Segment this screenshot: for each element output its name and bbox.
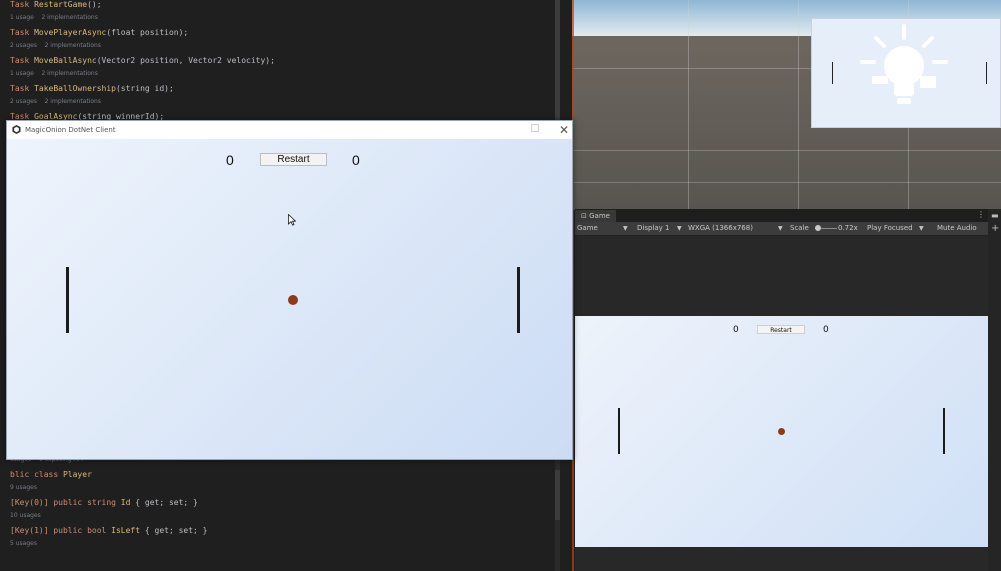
code-line[interactable]: Task MovePlayerAsync(float position); xyxy=(10,28,188,37)
view-dropdown[interactable]: Game xyxy=(577,222,598,235)
chevron-down-icon: ▼ xyxy=(778,225,783,232)
scale-slider-handle[interactable] xyxy=(815,225,821,231)
code-text: { get; set; } xyxy=(130,498,198,507)
code-keyword: Task xyxy=(10,28,35,37)
usage-hint[interactable]: 1 usage 2 implementations xyxy=(10,70,98,77)
code-keyword: blic class xyxy=(10,470,63,479)
code-keyword: [Key(0)] public string xyxy=(10,498,121,507)
app-icon xyxy=(12,125,21,134)
chevron-down-icon: ▼ xyxy=(623,225,628,232)
code-identifier[interactable]: TakeBallOwnership xyxy=(34,84,116,93)
add-icon[interactable]: + xyxy=(991,223,999,234)
maximize-icon[interactable] xyxy=(531,124,539,132)
left-score: 0 xyxy=(733,325,739,335)
game-panel: ⊡ Game ⋮ Game ▼ Display 1 ▼ WXGA (1366x7… xyxy=(575,209,1001,571)
code-keyword: [Key(1)] public bool xyxy=(10,526,112,535)
editor-scroll-thumb[interactable] xyxy=(555,0,560,120)
code-keyword: Task xyxy=(10,0,35,9)
usage-hint[interactable]: 10 usages xyxy=(10,512,41,519)
right-score: 0 xyxy=(823,325,829,335)
code-identifier[interactable]: RestartGame xyxy=(34,0,87,9)
scene-grid-line xyxy=(572,150,1001,151)
game-tab-bar: ⊡ Game ⋮ xyxy=(575,209,1001,222)
chevron-down-icon: ▼ xyxy=(919,225,924,232)
play-mode-dropdown[interactable]: Play Focused xyxy=(867,222,913,235)
directional-light-icon[interactable] xyxy=(858,24,950,116)
usage-hint[interactable]: 2 usages 2 implementations xyxy=(10,42,101,49)
code-line[interactable]: [Key(0)] public string Id { get; set; } xyxy=(10,498,198,507)
left-paddle xyxy=(618,408,620,454)
ball xyxy=(288,295,298,305)
left-paddle xyxy=(66,267,69,333)
display-dropdown[interactable]: Display 1 xyxy=(637,222,669,235)
left-score: 0 xyxy=(226,152,234,168)
scale-value: 0.72x xyxy=(838,224,858,232)
game-toolbar: Game ▼ Display 1 ▼ WXGA (1366x768) ▼ Sca… xyxy=(575,222,1001,236)
code-identifier[interactable]: IsLeft xyxy=(111,526,140,535)
game-viewport[interactable]: 0 Restart 0 xyxy=(575,316,988,547)
code-text: (float position); xyxy=(106,28,189,37)
code-keyword: Task xyxy=(10,84,35,93)
code-text: (Vector2 position, Vector2 velocity); xyxy=(96,56,275,65)
mouse-cursor-icon xyxy=(288,214,296,226)
close-icon[interactable]: ✕ xyxy=(556,122,572,138)
code-identifier[interactable]: Player xyxy=(63,470,92,479)
code-line[interactable]: Task MoveBallAsync(Vector2 position, Vec… xyxy=(10,56,275,65)
client-window[interactable]: MagicOnion DotNet Client ✕ 0 Restart 0 xyxy=(6,120,573,460)
resolution-dropdown[interactable]: WXGA (1366x768) xyxy=(688,222,753,235)
ball xyxy=(778,428,785,435)
usage-hint[interactable]: 9 usages xyxy=(10,484,37,491)
folder-icon[interactable]: ▬ xyxy=(991,211,999,220)
code-keyword: Task xyxy=(10,56,35,65)
inspector-edge: ▬ + xyxy=(988,209,1001,571)
right-paddle xyxy=(943,408,945,454)
scene-grid-line xyxy=(688,0,689,210)
gamepad-icon: ⊡ xyxy=(581,212,587,220)
restart-button[interactable]: Restart xyxy=(260,153,327,166)
tab-game-label: Game xyxy=(589,212,610,220)
scene-left-paddle xyxy=(832,62,833,84)
pong-canvas[interactable]: 0 Restart 0 xyxy=(7,139,572,459)
editor-scroll-marker xyxy=(555,470,560,520)
usage-hint[interactable]: 1 usage 2 implementations xyxy=(10,14,98,21)
code-text: (); xyxy=(87,0,102,9)
code-text: { get; set; } xyxy=(140,526,208,535)
code-line[interactable]: Task RestartGame(); xyxy=(10,0,102,9)
usage-hint[interactable]: 2 usages 2 implementations xyxy=(10,98,101,105)
code-line[interactable]: Task TakeBallOwnership(string id); xyxy=(10,84,174,93)
more-options-icon[interactable]: ⋮ xyxy=(977,210,985,219)
code-identifier[interactable]: MoveBallAsync xyxy=(34,56,97,65)
code-line[interactable]: blic class Player xyxy=(10,470,92,479)
window-title: MagicOnion DotNet Client xyxy=(25,126,116,134)
scale-label: Scale xyxy=(790,224,809,232)
code-identifier[interactable]: MovePlayerAsync xyxy=(34,28,106,37)
right-paddle xyxy=(517,267,520,333)
scene-view[interactable] xyxy=(572,0,1001,210)
mute-audio-toggle[interactable]: Mute Audio xyxy=(937,222,977,235)
chevron-down-icon: ▼ xyxy=(677,225,682,232)
scene-grid-line xyxy=(798,0,799,210)
scene-grid-line xyxy=(572,182,1001,183)
scene-right-paddle xyxy=(986,62,987,84)
right-score: 0 xyxy=(352,152,360,168)
code-line[interactable]: [Key(1)] public bool IsLeft { get; set; … xyxy=(10,526,208,535)
tab-game[interactable]: ⊡ Game xyxy=(575,210,616,222)
usage-hint[interactable]: 5 usages xyxy=(10,540,37,547)
window-titlebar[interactable]: MagicOnion DotNet Client ✕ xyxy=(7,121,572,139)
restart-button[interactable]: Restart xyxy=(757,325,805,334)
code-identifier[interactable]: Id xyxy=(121,498,131,507)
code-text: (string id); xyxy=(115,84,174,93)
